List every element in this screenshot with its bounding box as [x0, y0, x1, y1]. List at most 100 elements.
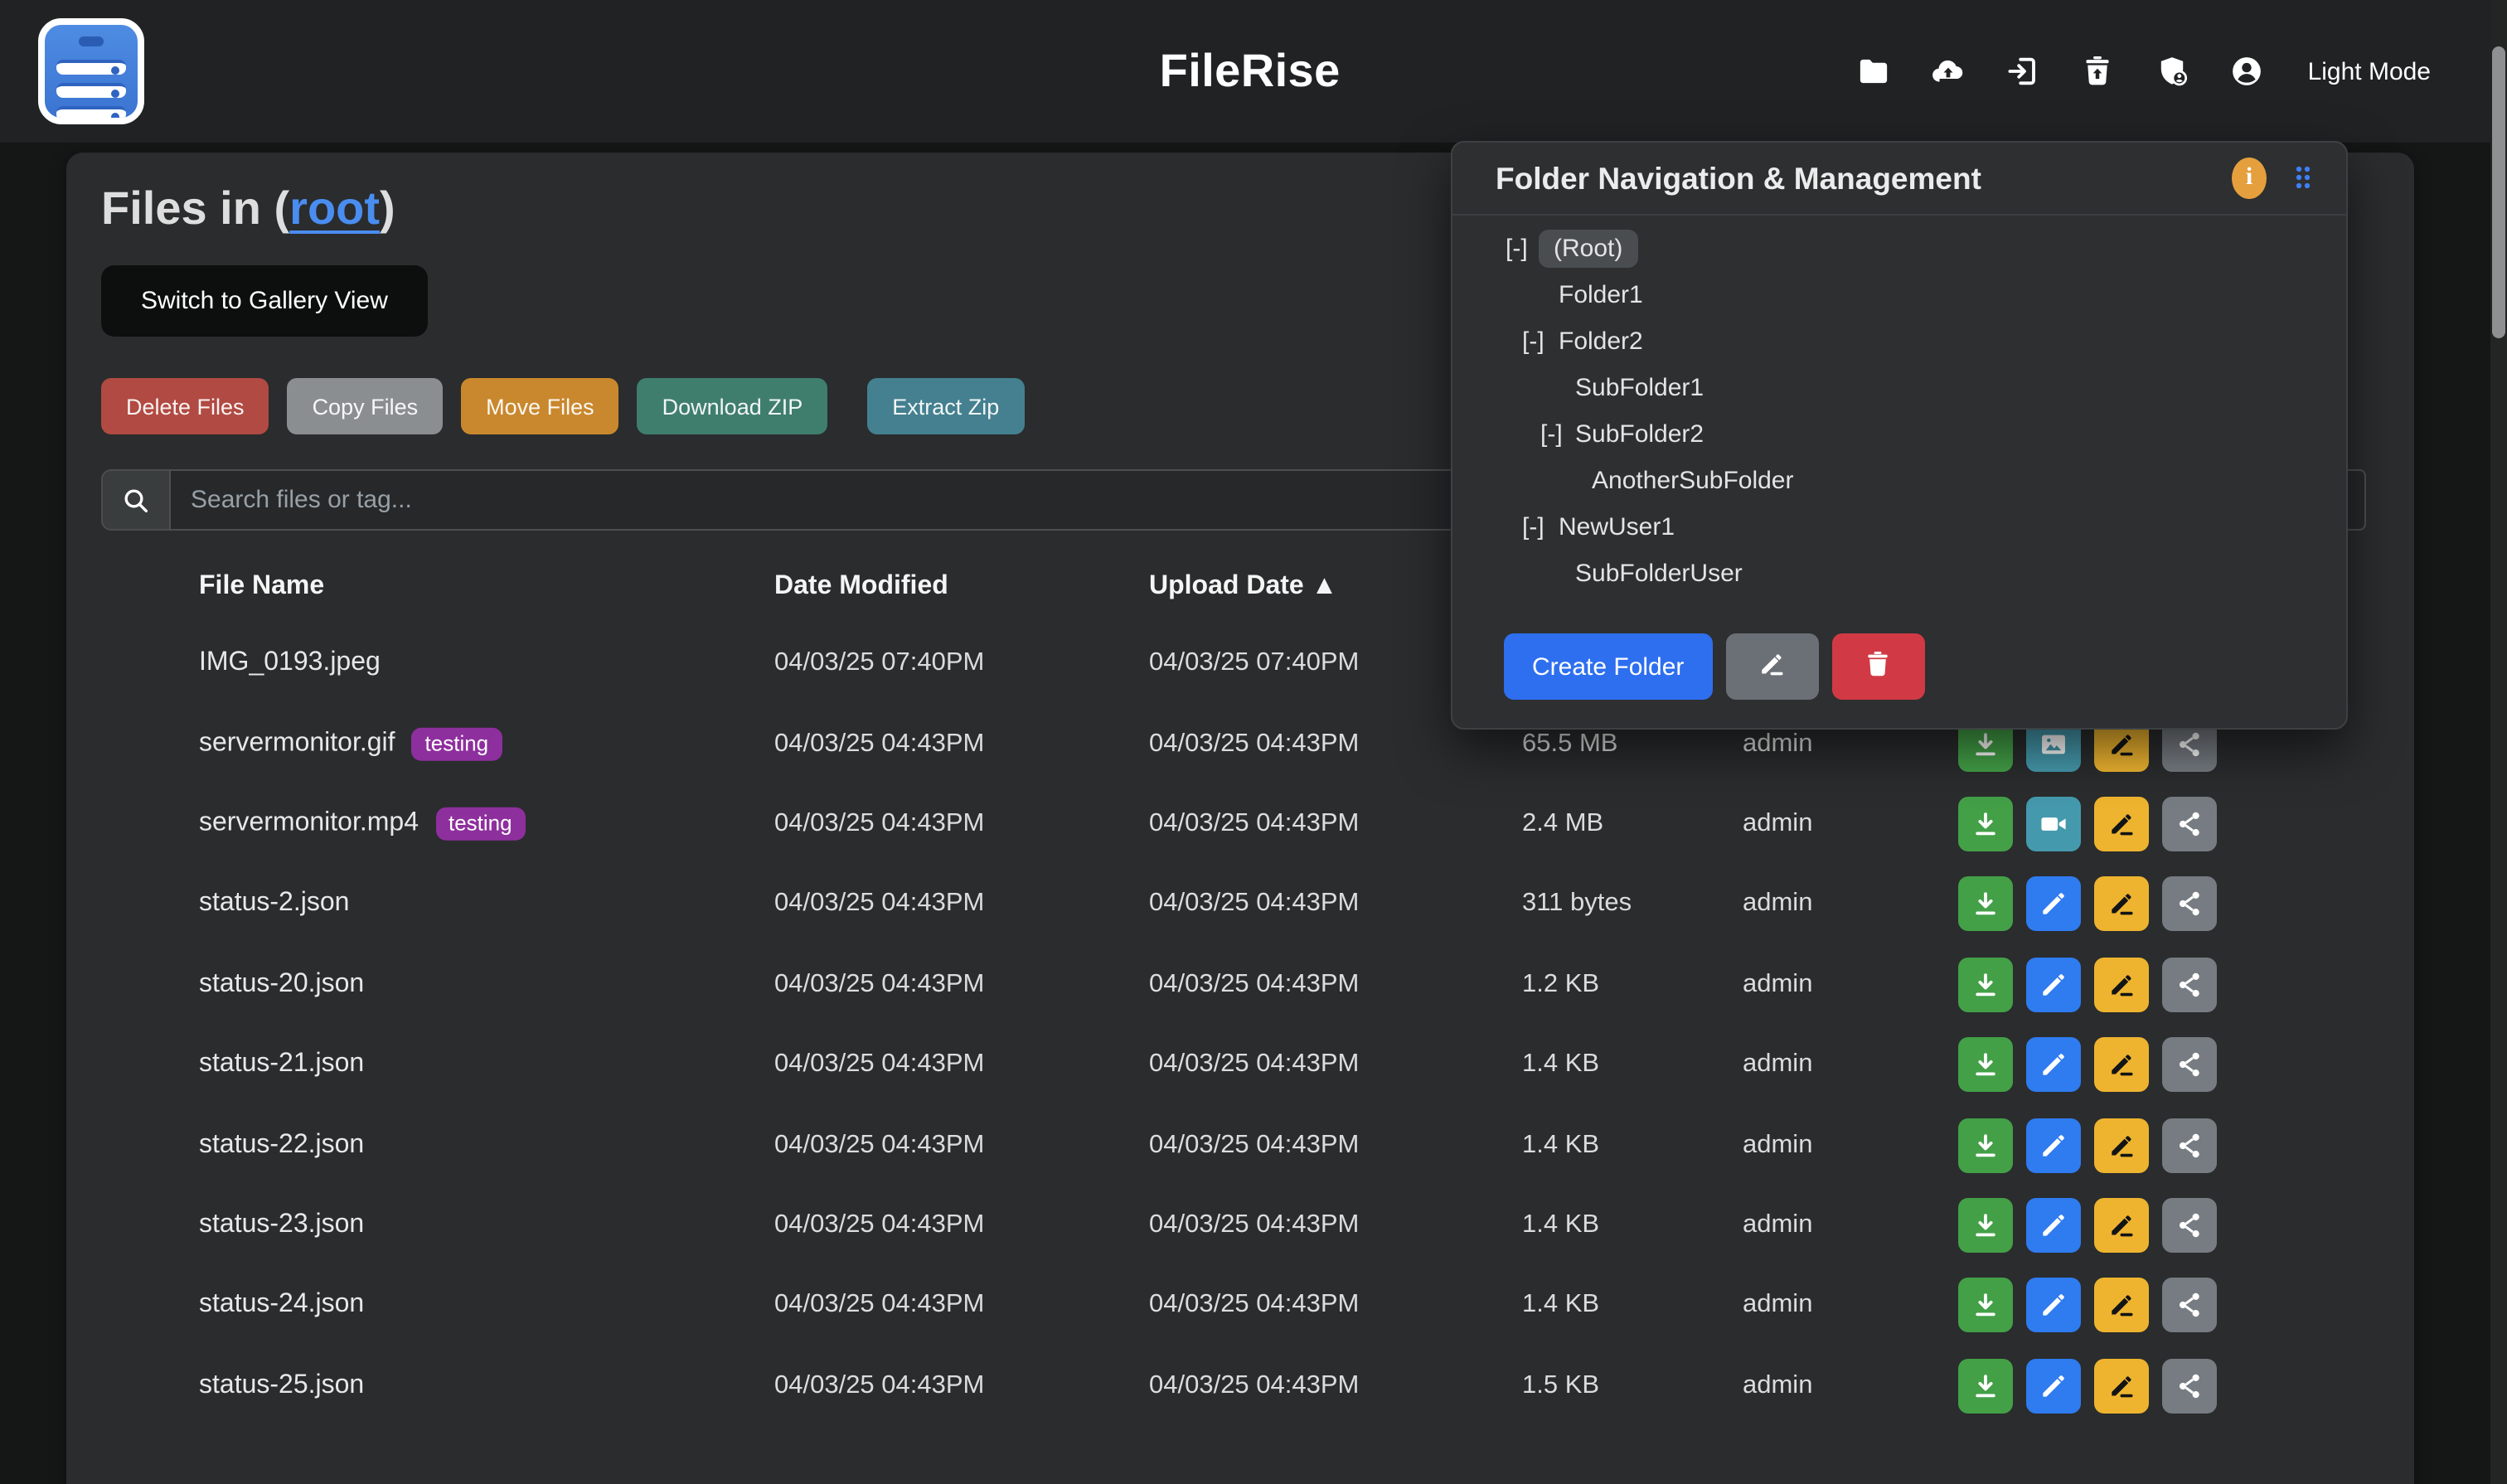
- filerise-logo[interactable]: [38, 18, 144, 124]
- tree-item-label[interactable]: (Root): [1539, 230, 1637, 268]
- tree-item-root[interactable]: [-] (Root): [1452, 226, 2346, 272]
- tree-collapse-toggle[interactable]: [-]: [1506, 235, 1528, 263]
- edit-button[interactable]: [2026, 1037, 2081, 1092]
- column-file-name[interactable]: File Name: [199, 572, 324, 602]
- folder-icon[interactable]: [1855, 53, 1892, 90]
- tree-item-label[interactable]: SubFolder1: [1575, 374, 1704, 402]
- edit-button[interactable]: [2026, 877, 2081, 932]
- tree-item-label[interactable]: Folder1: [1559, 281, 1643, 309]
- share-button[interactable]: [2162, 877, 2217, 932]
- file-name[interactable]: status-22.json: [199, 1130, 364, 1160]
- file-name[interactable]: status-20.json: [199, 970, 364, 1000]
- edit-button[interactable]: [2026, 1358, 2081, 1413]
- file-name[interactable]: IMG_0193.jpeg: [199, 648, 381, 678]
- info-icon[interactable]: i: [2232, 158, 2267, 199]
- tree-collapse-toggle[interactable]: [-]: [1522, 327, 1544, 356]
- download-icon: [1970, 1370, 2001, 1401]
- rename-button[interactable]: [2094, 1118, 2149, 1172]
- create-folder-button[interactable]: Create Folder: [1504, 633, 1712, 700]
- rename-button[interactable]: [2094, 1358, 2149, 1413]
- tree-item-label[interactable]: AnotherSubFolder: [1592, 467, 1794, 495]
- root-folder-link[interactable]: root: [289, 182, 380, 234]
- edit-button[interactable]: [2026, 1118, 2081, 1172]
- share-button[interactable]: [2162, 1118, 2217, 1172]
- file-name[interactable]: status-21.json: [199, 1050, 364, 1079]
- file-name[interactable]: status-23.json: [199, 1210, 364, 1240]
- share-button[interactable]: [2162, 1198, 2217, 1253]
- tree-item-label[interactable]: SubFolderUser: [1575, 560, 1743, 588]
- edit-button[interactable]: [2026, 1278, 2081, 1333]
- download-button[interactable]: [1958, 958, 2013, 1012]
- rename-folder-button[interactable]: [1725, 633, 1818, 700]
- download-button[interactable]: [1958, 1118, 2013, 1172]
- tree-item-label[interactable]: NewUser1: [1559, 513, 1675, 541]
- download-button[interactable]: [1958, 1278, 2013, 1333]
- column-upload-date[interactable]: Upload Date ▲: [1149, 572, 1337, 602]
- account-icon[interactable]: [2228, 53, 2265, 90]
- share-icon: [2174, 728, 2205, 759]
- tree-item-folder2[interactable]: [-] Folder2: [1452, 318, 2346, 365]
- file-name[interactable]: servermonitor.mp4testing: [199, 807, 526, 841]
- share-button[interactable]: [2162, 797, 2217, 851]
- tree-item-subfolder2[interactable]: [-] SubFolder2: [1452, 411, 2346, 458]
- rename-button[interactable]: [2094, 1278, 2149, 1333]
- download-button[interactable]: [1958, 877, 2013, 932]
- date-modified: 04/03/25 04:43PM: [774, 809, 984, 839]
- file-size: 65.5 MB: [1522, 729, 1617, 759]
- download-button[interactable]: [1958, 1198, 2013, 1253]
- tree-item-label[interactable]: SubFolder2: [1575, 420, 1704, 449]
- file-name[interactable]: status-25.json: [199, 1370, 364, 1400]
- column-date-modified[interactable]: Date Modified: [774, 572, 948, 602]
- tree-item-subfolderuser[interactable]: SubFolderUser: [1452, 550, 2346, 597]
- upload-date: 04/03/25 04:43PM: [1149, 1210, 1359, 1240]
- file-name[interactable]: status-24.json: [199, 1291, 364, 1321]
- delete-folder-button[interactable]: [1831, 633, 1924, 700]
- upload-date: 04/03/25 04:43PM: [1149, 1050, 1359, 1079]
- share-button[interactable]: [2162, 1278, 2217, 1333]
- gallery-view-button[interactable]: Switch to Gallery View: [101, 265, 428, 337]
- share-button[interactable]: [2162, 1037, 2217, 1092]
- copy-files-button[interactable]: Copy Files: [288, 378, 444, 434]
- rename-button[interactable]: [2094, 958, 2149, 1012]
- search-button[interactable]: [101, 469, 169, 531]
- trash-restore-icon[interactable]: [2079, 53, 2116, 90]
- scrollbar-track[interactable]: [2490, 0, 2507, 1484]
- video-preview-button[interactable]: [2026, 797, 2081, 851]
- file-name[interactable]: servermonitor.giftesting: [199, 727, 502, 761]
- tree-item-label[interactable]: Folder2: [1559, 327, 1643, 356]
- tree-collapse-toggle[interactable]: [-]: [1522, 513, 1544, 541]
- tree-item-subfolder1[interactable]: SubFolder1: [1452, 365, 2346, 411]
- download-button[interactable]: [1958, 1358, 2013, 1413]
- rename-button[interactable]: [2094, 1198, 2149, 1253]
- rename-icon: [2106, 1129, 2137, 1161]
- tree-collapse-toggle[interactable]: [-]: [1540, 420, 1563, 449]
- download-button[interactable]: [1958, 1037, 2013, 1092]
- extract-zip-button[interactable]: Extract Zip: [867, 378, 1024, 434]
- rename-button[interactable]: [2094, 797, 2149, 851]
- theme-toggle[interactable]: Light Mode: [2308, 57, 2431, 85]
- drag-handle-icon[interactable]: [2286, 160, 2320, 196]
- download-zip-button[interactable]: Download ZIP: [638, 378, 828, 434]
- tree-item-newuser1[interactable]: [-] NewUser1: [1452, 504, 2346, 550]
- logout-icon[interactable]: [2005, 53, 2041, 90]
- tree-item-anothersubfolder[interactable]: AnotherSubFolder: [1452, 458, 2346, 504]
- date-modified: 04/03/25 04:43PM: [774, 1130, 984, 1160]
- date-modified: 04/03/25 04:43PM: [774, 729, 984, 759]
- scrollbar-thumb[interactable]: [2492, 46, 2505, 338]
- rename-button[interactable]: [2094, 877, 2149, 932]
- shield-user-icon[interactable]: [2154, 53, 2190, 90]
- upload-icon[interactable]: [1930, 53, 1966, 90]
- edit-button[interactable]: [2026, 958, 2081, 1012]
- file-size: 1.2 KB: [1522, 970, 1599, 1000]
- share-button[interactable]: [2162, 958, 2217, 1012]
- delete-files-button[interactable]: Delete Files: [101, 378, 269, 434]
- download-button[interactable]: [1958, 797, 2013, 851]
- upload-date: 04/03/25 04:43PM: [1149, 1370, 1359, 1400]
- tree-item-folder1[interactable]: Folder1: [1452, 272, 2346, 318]
- edit-button[interactable]: [2026, 1198, 2081, 1253]
- rename-button[interactable]: [2094, 1037, 2149, 1092]
- share-icon: [2174, 808, 2205, 840]
- move-files-button[interactable]: Move Files: [461, 378, 619, 434]
- share-button[interactable]: [2162, 1358, 2217, 1413]
- file-name[interactable]: status-2.json: [199, 890, 349, 919]
